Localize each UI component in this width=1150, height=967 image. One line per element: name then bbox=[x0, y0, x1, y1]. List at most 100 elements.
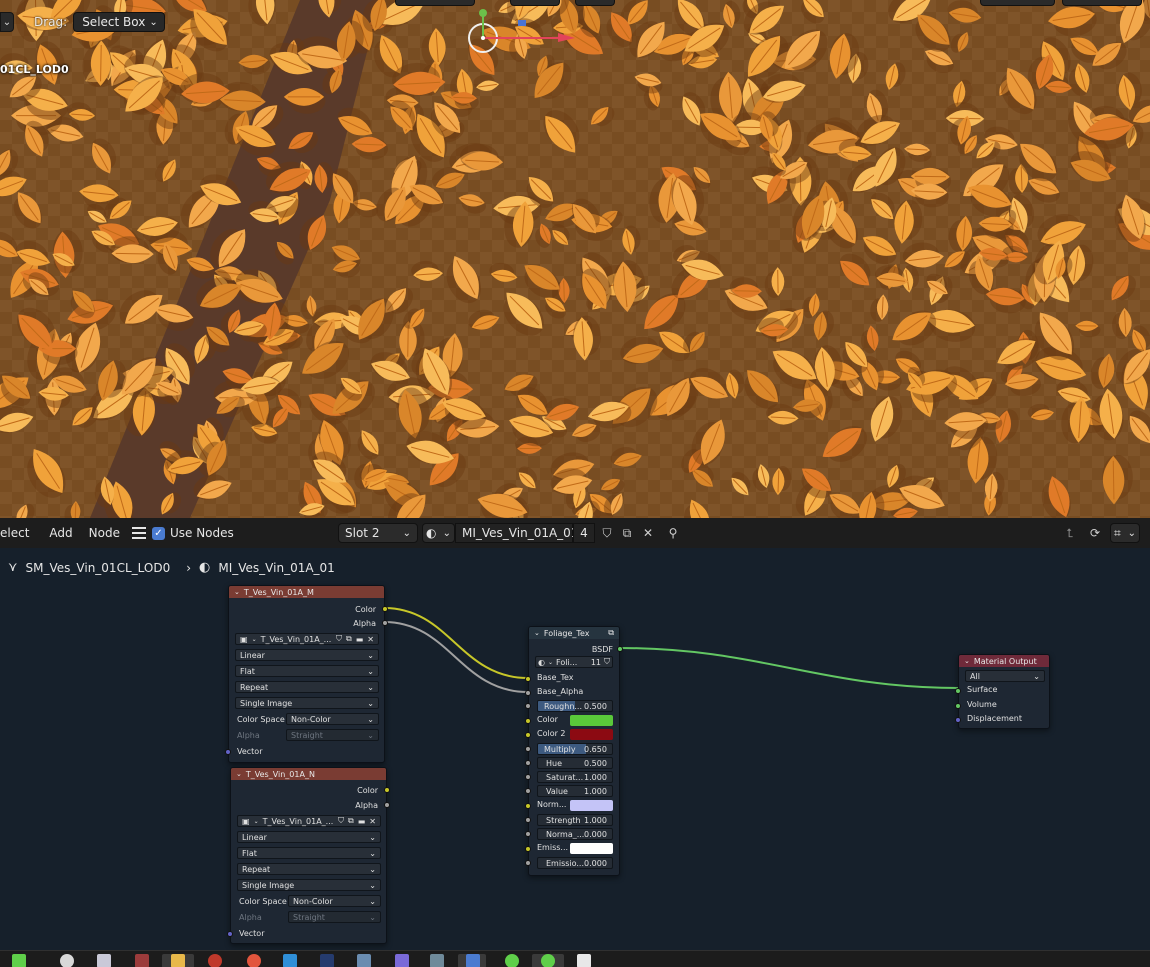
app-icon[interactable] bbox=[577, 954, 591, 967]
render-target-dropdown[interactable]: All ⌄ bbox=[965, 670, 1045, 682]
pin-icon[interactable]: ⚲ bbox=[663, 523, 683, 543]
input-roughness-socket[interactable] bbox=[525, 703, 531, 709]
input-surface-socket[interactable] bbox=[955, 688, 961, 694]
menu-select[interactable]: elect bbox=[0, 526, 35, 540]
duplicate-icon[interactable]: ⧉ bbox=[346, 634, 352, 644]
image-texture-node-m[interactable]: ⌄ T_Ves_Vin_01A_M Color Alpha ▣ ⌄ T_Ves_… bbox=[225, 585, 388, 763]
menu-add[interactable]: Add bbox=[43, 526, 78, 540]
collapse-chevron-icon[interactable]: ⌄ bbox=[534, 629, 540, 637]
use-nodes-checkbox[interactable]: ✓ bbox=[151, 526, 165, 540]
image-selector[interactable]: ▣ ⌄ T_Ves_Vin_01A_... ⛉ ⧉ ▬ ✕ bbox=[235, 633, 379, 645]
fake-user-shield-icon[interactable]: ⛉ bbox=[597, 523, 617, 543]
viewport-header-button[interactable] bbox=[575, 0, 615, 6]
code-editor-icon[interactable] bbox=[283, 954, 297, 967]
shield-icon[interactable]: ⛉ bbox=[336, 634, 342, 644]
material-browse-button[interactable]: ◐ ⌄ bbox=[422, 523, 455, 543]
input-vector-socket[interactable] bbox=[225, 749, 231, 755]
app-icon[interactable] bbox=[320, 954, 334, 967]
emission-strength-field[interactable]: Emissio... 0.000 bbox=[537, 857, 613, 869]
transform-gizmo[interactable] bbox=[460, 8, 590, 58]
viewport-header-button[interactable] bbox=[395, 0, 475, 6]
duplicate-material-icon[interactable]: ⧉ bbox=[617, 523, 637, 543]
color-swatch[interactable] bbox=[570, 715, 613, 726]
color-space-dropdown[interactable]: Non-Color ⌄ bbox=[288, 895, 381, 907]
normal-swatch[interactable] bbox=[570, 800, 613, 811]
input-color-socket[interactable] bbox=[525, 718, 531, 724]
chevron-down-icon[interactable]: ⌄ bbox=[0, 12, 14, 32]
roughness-slider[interactable]: Roughn... 0.500 bbox=[537, 700, 613, 712]
output-color-socket[interactable] bbox=[382, 606, 388, 612]
viewport-header-button[interactable] bbox=[1062, 0, 1142, 6]
interpolation-dropdown[interactable]: Linear ⌄ bbox=[235, 649, 379, 661]
interpolation-dropdown[interactable]: Linear ⌄ bbox=[237, 831, 381, 843]
extension-dropdown[interactable]: Repeat ⌄ bbox=[237, 863, 381, 875]
app-icon[interactable] bbox=[430, 954, 444, 967]
viewport-header-button[interactable] bbox=[510, 0, 560, 6]
input-color2-socket[interactable] bbox=[525, 732, 531, 738]
image-texture-node-n[interactable]: ⌄ T_Ves_Vin_01A_N Color Alpha ▣ ⌄ T_Ves_… bbox=[227, 767, 390, 944]
collapse-chevron-icon[interactable]: ⌄ bbox=[236, 770, 242, 778]
browser-icon[interactable] bbox=[247, 954, 261, 967]
input-emission-socket[interactable] bbox=[525, 846, 531, 852]
input-value-socket[interactable] bbox=[525, 788, 531, 794]
input-multiply-socket[interactable] bbox=[525, 746, 531, 752]
input-emission-strength-socket[interactable] bbox=[525, 860, 531, 866]
collapse-chevron-icon[interactable]: ⌄ bbox=[234, 588, 240, 596]
close-icon[interactable]: ✕ bbox=[367, 635, 374, 644]
source-dropdown[interactable]: Single Image ⌄ bbox=[237, 879, 381, 891]
folder-icon[interactable]: ▬ bbox=[356, 635, 364, 644]
node-header[interactable]: ⌄ T_Ves_Vin_01A_M bbox=[229, 586, 384, 598]
saturation-field[interactable]: Saturat... 1.000 bbox=[537, 771, 613, 783]
source-dropdown[interactable]: Single Image ⌄ bbox=[235, 697, 379, 709]
app-icon[interactable] bbox=[97, 954, 111, 967]
collapse-chevron-icon[interactable]: ⌄ bbox=[964, 657, 970, 665]
app-icon[interactable] bbox=[60, 954, 74, 967]
breadcrumb-material[interactable]: MI_Ves_Vin_01A_01 bbox=[218, 561, 334, 575]
output-alpha-socket[interactable] bbox=[382, 620, 388, 626]
node-header[interactable]: ⌄ T_Ves_Vin_01A_N bbox=[231, 768, 386, 780]
app-icon[interactable] bbox=[135, 954, 149, 967]
input-displacement-socket[interactable] bbox=[955, 717, 961, 723]
input-normal-amount-socket[interactable] bbox=[525, 831, 531, 837]
folder-icon[interactable] bbox=[171, 954, 185, 967]
input-base-tex-socket[interactable] bbox=[525, 676, 531, 682]
input-vector-socket[interactable] bbox=[227, 931, 233, 937]
input-strength-socket[interactable] bbox=[525, 817, 531, 823]
node-group-selector[interactable]: ◐ ⌄ Foli... 11 ⛉ bbox=[535, 656, 613, 668]
viewport-header-button[interactable] bbox=[980, 0, 1055, 6]
projection-dropdown[interactable]: Flat ⌄ bbox=[237, 847, 381, 859]
projection-dropdown[interactable]: Flat ⌄ bbox=[235, 665, 379, 677]
hue-field[interactable]: Hue 0.500 bbox=[537, 757, 613, 769]
app-icon[interactable] bbox=[395, 954, 409, 967]
shield-icon[interactable]: ⛉ bbox=[338, 816, 344, 826]
shield-icon[interactable]: ⛉ bbox=[604, 657, 610, 667]
node-header[interactable]: ⌄ Material Output bbox=[959, 655, 1049, 667]
strength-field[interactable]: Strength 1.000 bbox=[537, 814, 613, 826]
input-saturation-socket[interactable] bbox=[525, 774, 531, 780]
close-icon[interactable]: ✕ bbox=[369, 817, 376, 826]
material-users-count[interactable]: 4 bbox=[573, 523, 595, 543]
foliage-tex-group-node[interactable]: ⌄ Foliage_Tex ⧉ BSDF ◐ ⌄ Foli... 11 ⛉ Ba… bbox=[525, 626, 623, 876]
material-name-field[interactable]: MI_Ves_Vin_01A_01 bbox=[455, 523, 578, 543]
app-icon[interactable] bbox=[505, 954, 519, 967]
multiply-slider[interactable]: Multiply 0.650 bbox=[537, 743, 613, 755]
emission-swatch[interactable] bbox=[570, 843, 613, 854]
input-volume-socket[interactable] bbox=[955, 703, 961, 709]
close-icon[interactable]: ✕ bbox=[638, 523, 658, 543]
input-hue-socket[interactable] bbox=[525, 760, 531, 766]
value-field[interactable]: Value 1.000 bbox=[537, 785, 613, 797]
input-normal-socket[interactable] bbox=[525, 803, 531, 809]
color-space-dropdown[interactable]: Non-Color ⌄ bbox=[286, 713, 379, 725]
app-icon[interactable] bbox=[466, 954, 480, 967]
duplicate-icon[interactable]: ⧉ bbox=[348, 816, 354, 826]
output-bsdf-socket[interactable] bbox=[617, 646, 623, 652]
extension-dropdown[interactable]: Repeat ⌄ bbox=[235, 681, 379, 693]
app-icon[interactable] bbox=[357, 954, 371, 967]
material-output-node[interactable]: ⌄ Material Output All ⌄ Surface Volume Di… bbox=[955, 654, 1050, 729]
output-color-socket[interactable] bbox=[384, 787, 390, 793]
shader-node-editor[interactable]: elect Add Node ✓ Use Nodes Slot 2 ⌄ ◐ ⌄ … bbox=[0, 518, 1150, 950]
parent-node-tree-icon[interactable]: ⮤ bbox=[1060, 523, 1080, 543]
node-header[interactable]: ⌄ Foliage_Tex ⧉ bbox=[529, 627, 619, 639]
drag-mode-dropdown[interactable]: Select Box ⌄ bbox=[73, 12, 165, 32]
image-selector[interactable]: ▣ ⌄ T_Ves_Vin_01A_... ⛉ ⧉ ▬ ✕ bbox=[237, 815, 381, 827]
